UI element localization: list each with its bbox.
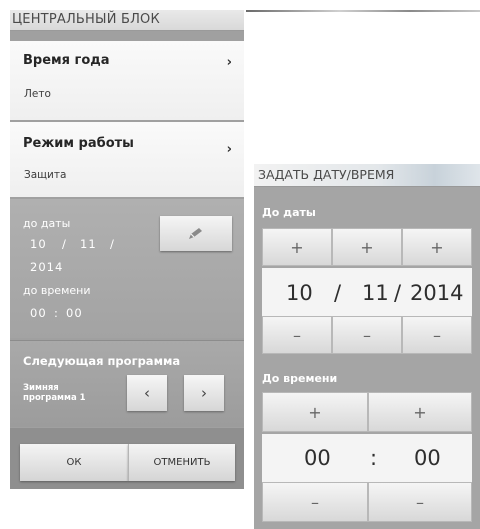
date-day-value: 10: [286, 281, 313, 305]
hours-increment-button[interactable]: +: [262, 392, 368, 432]
next-program-name: Зимняя программа 1: [23, 383, 93, 403]
chevron-right-icon: ›: [226, 142, 232, 157]
date-separator: /: [394, 281, 402, 305]
chevron-right-icon: ›: [226, 55, 232, 70]
date-display: 10 / 11 / 2014: [262, 268, 472, 318]
month-increment-button[interactable]: +: [332, 228, 402, 266]
date-year-value: 2014: [410, 281, 464, 305]
edit-datetime-button[interactable]: [160, 216, 232, 251]
time-hours-value: 00: [304, 446, 331, 470]
minutes-increment-button[interactable]: +: [368, 392, 472, 432]
next-program-button[interactable]: ›: [184, 375, 224, 411]
season-value: Лето: [24, 88, 51, 100]
program-name-line2: программа 1: [23, 393, 86, 403]
pencil-icon: [189, 227, 202, 239]
year-decrement-button[interactable]: –: [402, 316, 472, 354]
program-name-line1: Зимняя: [23, 383, 59, 393]
panel-title: ЗАДАТЬ ДАТУ/ВРЕМЯ: [254, 164, 480, 187]
month-decrement-button[interactable]: –: [332, 316, 402, 354]
time-separator: :: [370, 446, 378, 470]
day-decrement-button[interactable]: –: [262, 316, 332, 354]
set-datetime-panel: ЗАДАТЬ ДАТУ/ВРЕМЯ До даты + + + 10 / 11 …: [254, 164, 480, 529]
prev-program-button[interactable]: ‹: [127, 375, 167, 411]
until-date-year: 2014: [30, 260, 64, 274]
mode-value: Защита: [24, 169, 67, 181]
season-setting[interactable]: Время года › Лето: [10, 41, 244, 120]
time-display: 00 : 00: [262, 434, 472, 482]
hours-decrement-button[interactable]: –: [262, 482, 368, 522]
until-date-day: 10: [30, 237, 47, 251]
time-minutes-value: 00: [414, 446, 441, 470]
until-time-label: до времени: [23, 284, 91, 297]
dialog-footer: ОК ОТМЕНИТЬ: [10, 428, 244, 489]
central-unit-panel: ЦЕНТРАЛЬНЫЙ БЛОК Время года › Лето Режим…: [10, 10, 244, 489]
year-increment-button[interactable]: +: [402, 228, 472, 266]
next-program-section: Следующая программа Зимняя программа 1 ‹…: [10, 340, 244, 427]
cancel-button[interactable]: ОТМЕНИТЬ: [128, 444, 235, 481]
date-separator: /: [334, 281, 342, 305]
date-month-value: 11: [362, 281, 389, 305]
background-strip: [246, 10, 480, 12]
until-time-minutes: 00: [66, 306, 83, 320]
until-date-label: до даты: [23, 217, 71, 230]
until-datetime-section: до даты 10 / 11 / 2014 до времени 00 : 0…: [10, 199, 244, 338]
until-date-month: 11: [80, 237, 97, 251]
date-separator: /: [62, 237, 67, 251]
time-separator: :: [54, 306, 59, 320]
date-label: До даты: [262, 206, 316, 219]
until-time-hours: 00: [30, 306, 47, 320]
season-label: Время года: [23, 53, 110, 68]
day-increment-button[interactable]: +: [262, 228, 332, 266]
chevron-right-icon: ›: [201, 384, 207, 402]
minutes-decrement-button[interactable]: –: [368, 482, 472, 522]
mode-setting[interactable]: Режим работы › Защита: [10, 122, 244, 197]
panel-title: ЦЕНТРАЛЬНЫЙ БЛОК: [10, 10, 244, 31]
ok-button[interactable]: ОК: [20, 444, 128, 481]
date-separator: /: [110, 237, 115, 251]
time-label: До времени: [262, 372, 338, 385]
chevron-left-icon: ‹: [144, 384, 150, 402]
next-program-label: Следующая программа: [23, 354, 181, 368]
mode-label: Режим работы: [23, 136, 134, 151]
